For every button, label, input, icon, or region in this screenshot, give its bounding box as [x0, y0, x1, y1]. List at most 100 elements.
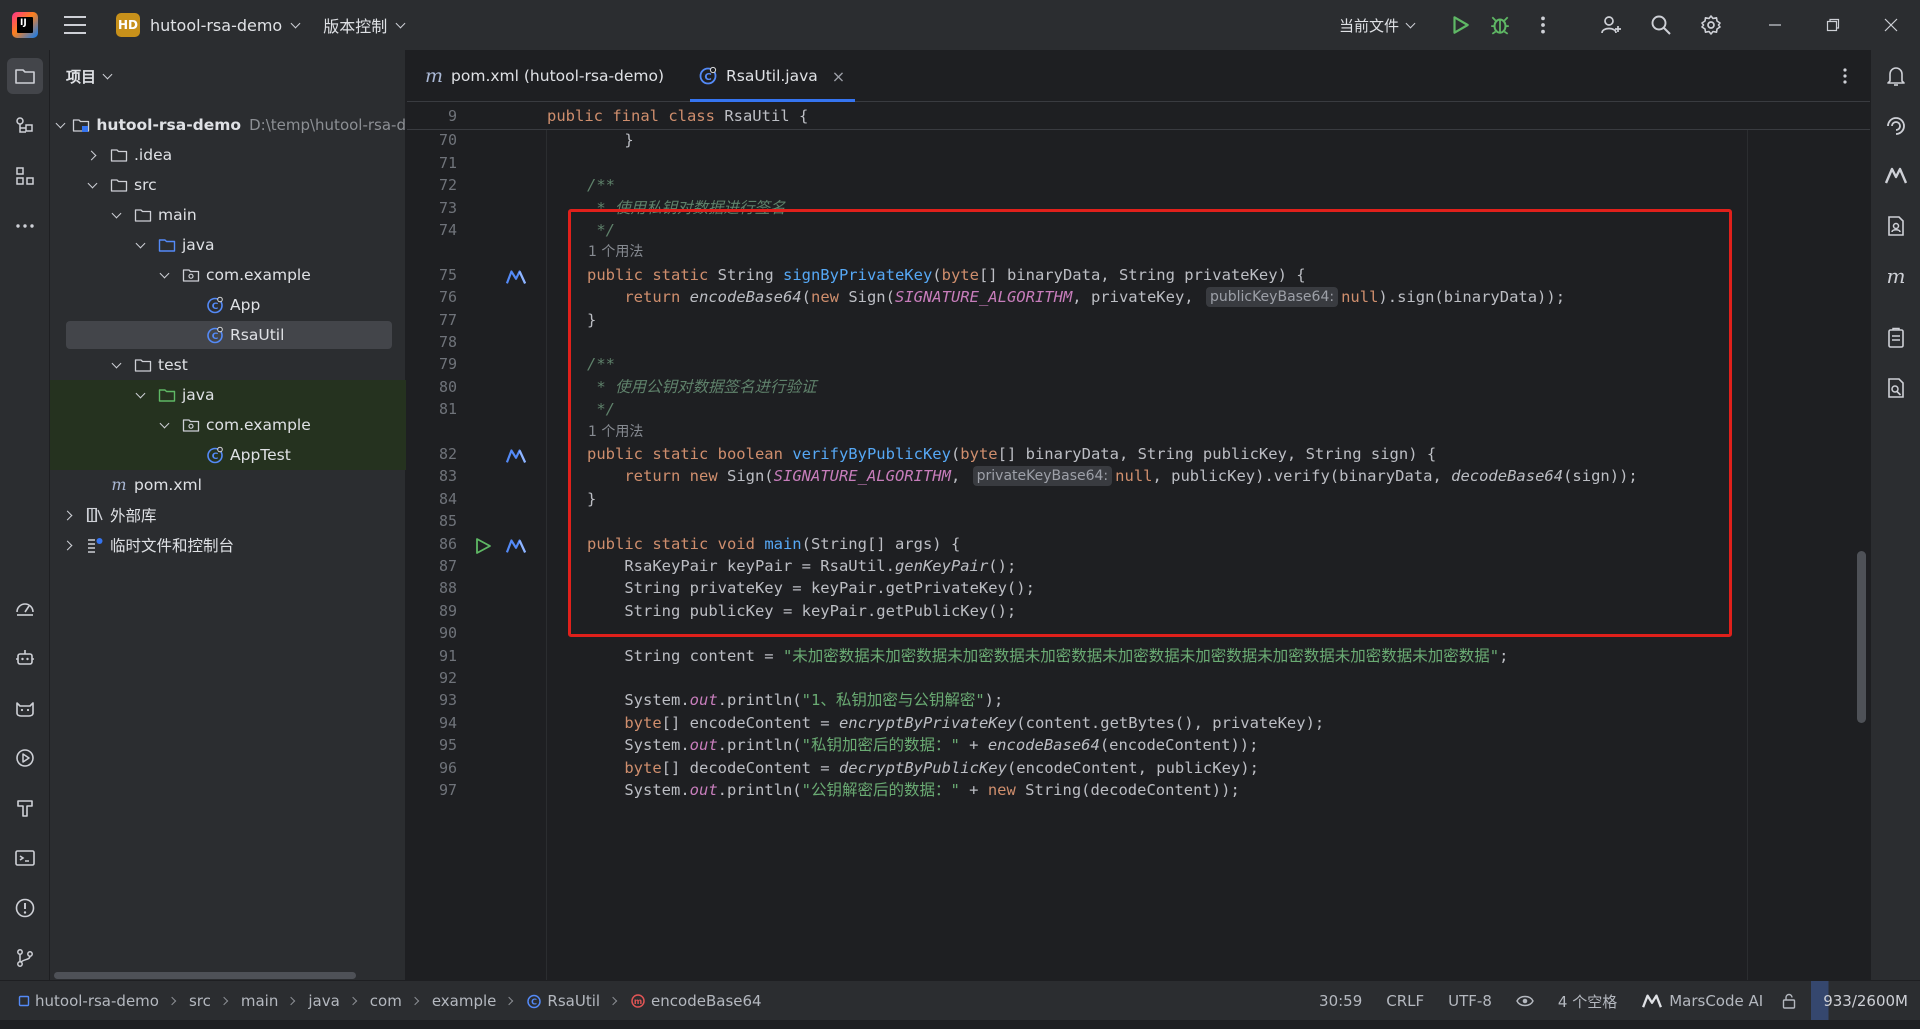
- marscode-gutter-icon[interactable]: [506, 447, 526, 465]
- code-line[interactable]: 72 /**: [407, 174, 1870, 196]
- database-user-icon[interactable]: [1884, 214, 1908, 238]
- code-line[interactable]: 70 }: [407, 129, 1870, 151]
- services-icon[interactable]: [7, 740, 43, 776]
- chevron-down-icon[interactable]: [112, 210, 122, 220]
- chevron-right-icon[interactable]: [64, 540, 74, 550]
- code-line[interactable]: 92: [407, 667, 1870, 689]
- run-gutter-icon[interactable]: [473, 537, 493, 555]
- run-config-selector[interactable]: 当前文件: [1339, 15, 1416, 36]
- problems-icon[interactable]: [7, 890, 43, 926]
- caret-position[interactable]: 30:59: [1319, 992, 1362, 1010]
- tree-item[interactable]: main: [50, 200, 406, 230]
- memory-indicator[interactable]: 933/2600M: [1811, 981, 1920, 1021]
- marscode-gutter-icon[interactable]: [506, 268, 526, 286]
- vertical-scrollbar[interactable]: [1857, 551, 1866, 723]
- maven-tool-icon[interactable]: m: [1884, 264, 1908, 288]
- chevron-right-icon[interactable]: [64, 510, 74, 520]
- chevron-down-icon[interactable]: [160, 270, 170, 280]
- marscode-ai-widget[interactable]: MarsCode AI: [1641, 992, 1763, 1010]
- code-editor[interactable]: 9public final class RsaUtil { 69 return …: [407, 103, 1870, 980]
- tree-item[interactable]: 临时文件和控制台: [50, 530, 406, 560]
- vcs-menu[interactable]: 版本控制: [323, 13, 406, 37]
- notifications-icon[interactable]: [1884, 64, 1908, 88]
- tree-item[interactable]: hutool-rsa-demo D:\temp\hutool-rsa-d: [50, 110, 406, 140]
- add-user-icon[interactable]: [1586, 0, 1636, 50]
- build-icon[interactable]: [7, 790, 43, 826]
- tree-item[interactable]: C App: [50, 290, 406, 320]
- search-icon[interactable]: [1636, 0, 1686, 50]
- clipboard-icon[interactable]: [1884, 326, 1908, 350]
- chevron-down-icon[interactable]: [56, 120, 60, 130]
- marscode-gutter-icon[interactable]: [506, 537, 526, 555]
- sticky-class-header[interactable]: 9 public final class RsaUtil {: [407, 103, 1870, 130]
- close-icon[interactable]: [1862, 0, 1920, 50]
- breadcrumb-item[interactable]: com: [370, 992, 402, 1010]
- plugins-icon[interactable]: [7, 158, 43, 194]
- more-horizontal-icon[interactable]: [7, 208, 43, 244]
- file-encoding[interactable]: UTF-8: [1448, 992, 1492, 1010]
- project-badge[interactable]: HD: [116, 13, 140, 37]
- git-icon[interactable]: [7, 940, 43, 976]
- chevron-down-icon[interactable]: [112, 360, 122, 370]
- code-line[interactable]: 94 byte[] encodeContent = encryptByPriva…: [407, 712, 1870, 734]
- cat-icon[interactable]: [7, 690, 43, 726]
- line-separator[interactable]: CRLF: [1386, 992, 1424, 1010]
- code-line[interactable]: 97 System.out.println("公钥解密后的数据：" + new …: [407, 779, 1870, 801]
- marscode-icon[interactable]: [1884, 164, 1908, 188]
- document-search-icon[interactable]: [1884, 376, 1908, 400]
- tree-item[interactable]: com.example: [50, 410, 406, 440]
- tree-item[interactable]: 外部库: [50, 500, 406, 530]
- tree-item[interactable]: C RsaUtil: [50, 320, 406, 350]
- package-icon: [182, 419, 200, 432]
- chevron-right-icon[interactable]: [88, 150, 98, 160]
- hamburger-menu-icon[interactable]: [64, 16, 86, 34]
- code-line[interactable]: 91 String content = "未加密数据未加密数据未加密数据未加密数…: [407, 645, 1870, 667]
- tree-item[interactable]: java: [50, 230, 406, 260]
- tree-item[interactable]: test: [50, 350, 406, 380]
- tab-pom-xml[interactable]: m pom.xml (hutool-rsa-demo): [425, 50, 664, 102]
- breadcrumb-item[interactable]: encodeBase64: [651, 992, 762, 1010]
- horizontal-scrollbar[interactable]: [54, 972, 356, 979]
- tree-item[interactable]: m pom.xml: [50, 470, 406, 500]
- close-tab-icon[interactable]: ×: [832, 67, 845, 86]
- project-switcher[interactable]: hutool-rsa-demo: [150, 16, 301, 35]
- reader-mode-icon[interactable]: [1516, 994, 1534, 1008]
- restore-icon[interactable]: [1804, 0, 1862, 50]
- breadcrumb-item[interactable]: java: [308, 992, 339, 1010]
- code-line[interactable]: 96 byte[] decodeContent = decryptByPubli…: [407, 757, 1870, 779]
- project-tool-icon[interactable]: [7, 58, 43, 94]
- intellij-logo-icon[interactable]: IJ: [12, 12, 38, 38]
- gear-icon[interactable]: [1686, 0, 1736, 50]
- breadcrumb-item[interactable]: hutool-rsa-demo: [35, 992, 159, 1010]
- terminal-icon[interactable]: [7, 840, 43, 876]
- chevron-down-icon[interactable]: [160, 420, 170, 430]
- chevron-down-icon[interactable]: [136, 240, 146, 250]
- structure-icon[interactable]: [7, 108, 43, 144]
- breadcrumb-item[interactable]: main: [241, 992, 278, 1010]
- more-vertical-icon[interactable]: [1520, 0, 1566, 50]
- tree-item[interactable]: src: [50, 170, 406, 200]
- run-icon[interactable]: [1440, 0, 1480, 50]
- breadcrumb-item[interactable]: src: [189, 992, 211, 1010]
- chevron-down-icon[interactable]: [136, 390, 146, 400]
- code-line[interactable]: 95 System.out.println("私钥加密后的数据：" + enco…: [407, 734, 1870, 756]
- tab-rsautil-java[interactable]: C RsaUtil.java ×: [690, 50, 856, 102]
- breadcrumb-item[interactable]: RsaUtil: [547, 992, 600, 1010]
- tree-item[interactable]: java: [50, 380, 406, 410]
- profiler-icon[interactable]: [7, 590, 43, 626]
- ai-assistant-icon[interactable]: [7, 640, 43, 676]
- indent-setting[interactable]: 4 个空格: [1558, 991, 1617, 1012]
- tree-item[interactable]: .idea: [50, 140, 406, 170]
- code-line[interactable]: 71: [407, 152, 1870, 174]
- code-line[interactable]: 93 System.out.println("1、私钥加密与公钥解密");: [407, 689, 1870, 711]
- tree-item[interactable]: com.example: [50, 260, 406, 290]
- breadcrumb-item[interactable]: example: [432, 992, 497, 1010]
- project-panel-header[interactable]: 项目: [50, 50, 405, 102]
- minimize-icon[interactable]: [1746, 0, 1804, 50]
- tree-item[interactable]: C AppTest: [50, 440, 406, 470]
- lock-icon[interactable]: [1781, 993, 1797, 1009]
- ai-swirl-icon[interactable]: [1884, 114, 1908, 138]
- debug-icon[interactable]: [1480, 0, 1520, 50]
- more-vertical-icon[interactable]: [1820, 50, 1870, 102]
- chevron-down-icon[interactable]: [88, 180, 98, 190]
